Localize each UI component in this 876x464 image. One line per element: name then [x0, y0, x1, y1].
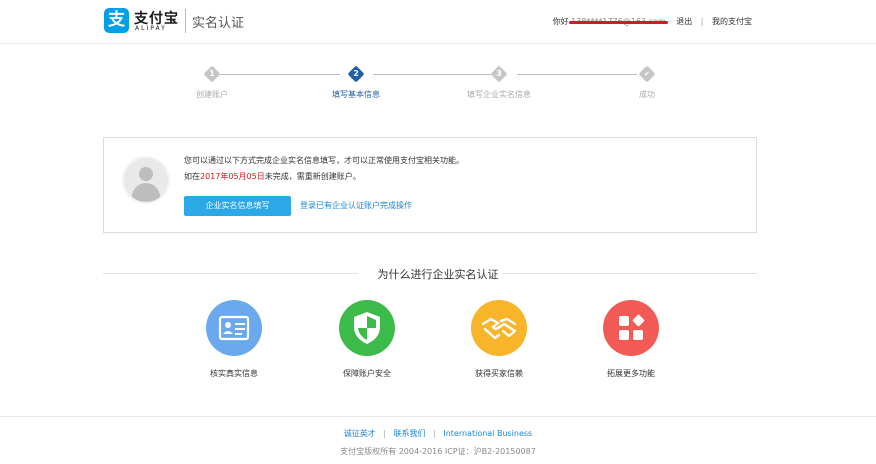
- step-connector: [220, 74, 340, 75]
- careers-link[interactable]: 诚征英才: [344, 429, 376, 438]
- deadline-text: 如在2017年05月05日未完成，需重新创建账户。: [184, 172, 361, 181]
- step-connector: [373, 74, 491, 75]
- footer-links: 诚征英才 | 联系我们 | International Business: [0, 428, 876, 439]
- international-link[interactable]: International Business: [443, 429, 532, 438]
- handshake-icon: [471, 300, 527, 356]
- feature-label: 获得买家信赖: [475, 369, 523, 378]
- apps-icon: [603, 300, 659, 356]
- header-divider: [185, 9, 186, 33]
- page-title: 实名认证: [192, 16, 245, 31]
- id-card-icon: [206, 300, 262, 356]
- logo-text-en: ALIPAY: [135, 25, 167, 32]
- step-3-label: 填写企业实名信息: [467, 90, 531, 99]
- step-3-marker: 3: [490, 65, 508, 83]
- contact-link[interactable]: 联系我们: [394, 429, 426, 438]
- fill-enterprise-info-button[interactable]: 企业实名信息填写: [184, 196, 291, 216]
- feature-label: 保障账户安全: [343, 369, 391, 378]
- step-1-marker: 1: [203, 65, 221, 83]
- why-section-title: 为什么进行企业实名认证: [377, 268, 499, 281]
- shield-icon: [339, 300, 395, 356]
- separator: |: [383, 429, 386, 438]
- step-success-marker: ✔: [638, 65, 656, 83]
- user-account: 138****1776@163.com: [569, 17, 668, 26]
- logout-link[interactable]: 退出: [676, 17, 692, 26]
- deadline-date: 2017年05月05日: [200, 172, 265, 181]
- top-header: 支 支付宝 ALIPAY 实名认证 你好 138****1776@163.com…: [0, 0, 876, 44]
- user-bar: 你好 138****1776@163.com 退出 | 我的支付宝: [553, 16, 752, 27]
- step-2-label: 填写基本信息: [332, 90, 380, 99]
- separator: |: [433, 429, 436, 438]
- progress-steps: 1 创建账户 2 填写基本信息 3 填写企业实名信息 ✔ 成功: [0, 62, 876, 102]
- feature-label: 拓展更多功能: [607, 369, 655, 378]
- greeting-text: 你好: [552, 17, 569, 26]
- step-4-label: 成功: [639, 90, 655, 99]
- alipay-logo-icon[interactable]: 支: [104, 8, 129, 33]
- avatar-placeholder-icon: [122, 156, 170, 204]
- separator: |: [700, 17, 704, 26]
- footer-divider: [0, 416, 876, 417]
- login-existing-account-link[interactable]: 登录已有企业认证账户完成操作: [300, 200, 412, 211]
- feature-label: 核实真实信息: [210, 369, 258, 378]
- step-1-label: 创建账户: [196, 90, 228, 99]
- step-2-marker: 2: [347, 65, 365, 83]
- step-connector: [517, 74, 637, 75]
- check-icon: ✔: [644, 70, 650, 78]
- my-alipay-link[interactable]: 我的支付宝: [712, 17, 752, 26]
- notice-text: 您可以通过以下方式完成企业实名信息填写，才可以正常使用支付宝相关功能。: [184, 156, 464, 165]
- copyright-text: 支付宝版权所有 2004-2016 ICP证：沪B2-20150087: [340, 447, 536, 456]
- notice-panel: 您可以通过以下方式完成企业实名信息填写，才可以正常使用支付宝相关功能。 如在20…: [103, 137, 757, 233]
